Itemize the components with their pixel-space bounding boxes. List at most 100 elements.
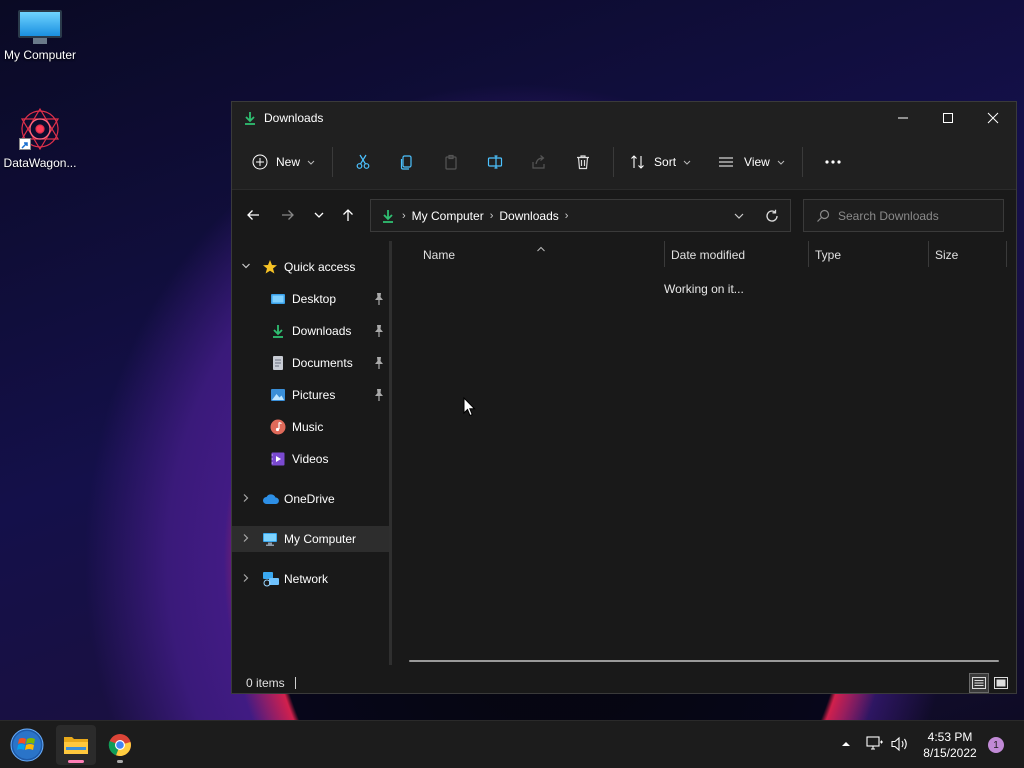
delete-button[interactable] xyxy=(567,146,599,178)
sidebar-item-desktop[interactable]: Desktop xyxy=(232,286,389,312)
notification-badge[interactable]: 1 xyxy=(988,737,1004,753)
column-header-name[interactable]: Name xyxy=(423,241,455,269)
system-clock[interactable]: 4:53 PM 8/15/2022 xyxy=(912,729,988,761)
sidebar-item-quick-access[interactable]: Quick access xyxy=(232,254,389,280)
breadcrumb-downloads[interactable]: Downloads xyxy=(499,209,558,223)
toolbar-separator xyxy=(332,146,334,177)
status-bar: 0 items xyxy=(232,671,1016,695)
toolbar-separator xyxy=(613,146,615,177)
sidebar-item-label: Music xyxy=(292,420,324,434)
cut-button[interactable] xyxy=(347,146,379,178)
file-list: Name Date modified Type Size Working on … xyxy=(393,241,1017,665)
recent-locations-button[interactable] xyxy=(304,190,334,240)
sidebar-item-videos[interactable]: Videos xyxy=(232,446,389,472)
window-title: Downloads xyxy=(264,111,324,125)
toolbar-separator xyxy=(801,146,803,177)
desktop-icon-label: DataWagon... xyxy=(3,156,77,170)
desktop-icon-datawagon[interactable]: DataWagon... xyxy=(0,106,80,170)
search-placeholder: Search Downloads xyxy=(838,208,939,223)
chevron-down-icon xyxy=(307,160,315,165)
navigation-pane-scrollbar[interactable] xyxy=(389,241,392,665)
scissors-icon xyxy=(356,154,370,169)
column-divider[interactable] xyxy=(1006,241,1007,267)
clock-date: 8/15/2022 xyxy=(923,746,977,760)
up-button[interactable] xyxy=(333,190,363,240)
close-button[interactable] xyxy=(970,102,1016,134)
start-button[interactable] xyxy=(6,725,48,765)
more-options-button[interactable] xyxy=(817,146,849,178)
sort-label: Sort xyxy=(654,154,677,169)
column-header-size[interactable]: Size xyxy=(935,241,958,269)
rename-button[interactable] xyxy=(479,146,511,178)
sidebar-item-network[interactable]: Network xyxy=(232,566,389,592)
new-button[interactable]: New xyxy=(244,146,324,178)
sidebar-item-pictures[interactable]: Pictures xyxy=(232,382,389,408)
chrome-icon xyxy=(108,734,131,757)
document-icon xyxy=(270,355,286,371)
address-bar[interactable]: › My Computer › Downloads › xyxy=(370,199,791,232)
search-box[interactable]: Search Downloads xyxy=(803,199,1004,232)
sidebar-item-downloads[interactable]: Downloads xyxy=(232,318,389,344)
expand-chevron-icon[interactable] xyxy=(240,493,252,506)
view-button[interactable]: View xyxy=(710,146,794,178)
breadcrumb-my-computer[interactable]: My Computer xyxy=(412,209,484,223)
taskbar-file-explorer[interactable] xyxy=(56,725,96,765)
show-hidden-icons-button[interactable] xyxy=(840,738,852,753)
minimize-button[interactable] xyxy=(880,102,926,134)
taskbar-chrome[interactable] xyxy=(100,725,140,765)
expand-chevron-icon[interactable] xyxy=(240,533,252,546)
volume-button[interactable] xyxy=(891,736,909,755)
navigation-row: › My Computer › Downloads › Search Downl… xyxy=(232,190,1016,240)
sidebar-item-label: Documents xyxy=(292,356,353,370)
network-status-icon xyxy=(866,736,883,750)
column-divider[interactable] xyxy=(664,241,665,267)
chevron-down-icon xyxy=(683,160,691,165)
sort-button[interactable]: Sort xyxy=(622,146,700,178)
share-button[interactable] xyxy=(523,146,555,178)
column-divider[interactable] xyxy=(808,241,809,267)
forward-button[interactable] xyxy=(273,190,303,240)
desktop-icon-my-computer[interactable]: My Computer xyxy=(0,10,80,62)
running-app-indicator xyxy=(117,760,123,763)
back-button[interactable] xyxy=(238,190,268,240)
column-header-type[interactable]: Type xyxy=(815,241,841,269)
chevron-down-icon xyxy=(777,160,785,165)
copy-button[interactable] xyxy=(391,146,423,178)
horizontal-scrollbar[interactable] xyxy=(409,660,999,662)
pin-icon xyxy=(373,356,385,370)
clock-time: 4:53 PM xyxy=(927,730,973,744)
list-view-icon xyxy=(719,156,734,167)
sidebar-item-music[interactable]: Music xyxy=(232,414,389,440)
sidebar-item-my-computer[interactable]: My Computer xyxy=(232,526,389,552)
breadcrumb-separator-icon: › xyxy=(564,209,569,222)
sidebar-item-label: Pictures xyxy=(292,388,336,402)
column-divider[interactable] xyxy=(928,241,929,267)
large-icons-view-button[interactable] xyxy=(991,673,1011,693)
maximize-button[interactable] xyxy=(925,102,971,134)
sidebar-item-onedrive[interactable]: OneDrive xyxy=(232,486,389,512)
sidebar-item-label: Videos xyxy=(292,452,329,466)
address-dropdown-button[interactable] xyxy=(733,210,745,225)
breadcrumb-separator-icon: › xyxy=(402,209,406,222)
windows-start-orb-icon xyxy=(10,728,44,762)
refresh-button[interactable] xyxy=(765,209,779,226)
paste-button[interactable] xyxy=(435,146,467,178)
title-bar[interactable]: Downloads xyxy=(232,102,1016,134)
network-status-button[interactable] xyxy=(866,736,884,755)
pin-icon xyxy=(373,388,385,402)
sort-icon xyxy=(631,154,644,169)
arrow-right-icon xyxy=(282,210,294,220)
taskbar: 4:53 PM 8/15/2022 1 xyxy=(0,720,1024,768)
sidebar-item-documents[interactable]: Documents xyxy=(232,350,389,376)
new-label: New xyxy=(276,154,301,169)
download-icon xyxy=(380,208,396,224)
collapse-chevron-icon[interactable] xyxy=(240,261,252,274)
column-header-date-modified[interactable]: Date modified xyxy=(671,241,745,269)
copy-icon xyxy=(400,154,412,170)
pin-icon xyxy=(373,324,385,338)
arrow-left-icon xyxy=(247,210,259,220)
expand-chevron-icon[interactable] xyxy=(240,573,252,586)
details-view-button[interactable] xyxy=(969,673,989,693)
large-icons-view-icon xyxy=(994,677,1008,689)
desktop-icon-label: My Computer xyxy=(3,48,77,62)
